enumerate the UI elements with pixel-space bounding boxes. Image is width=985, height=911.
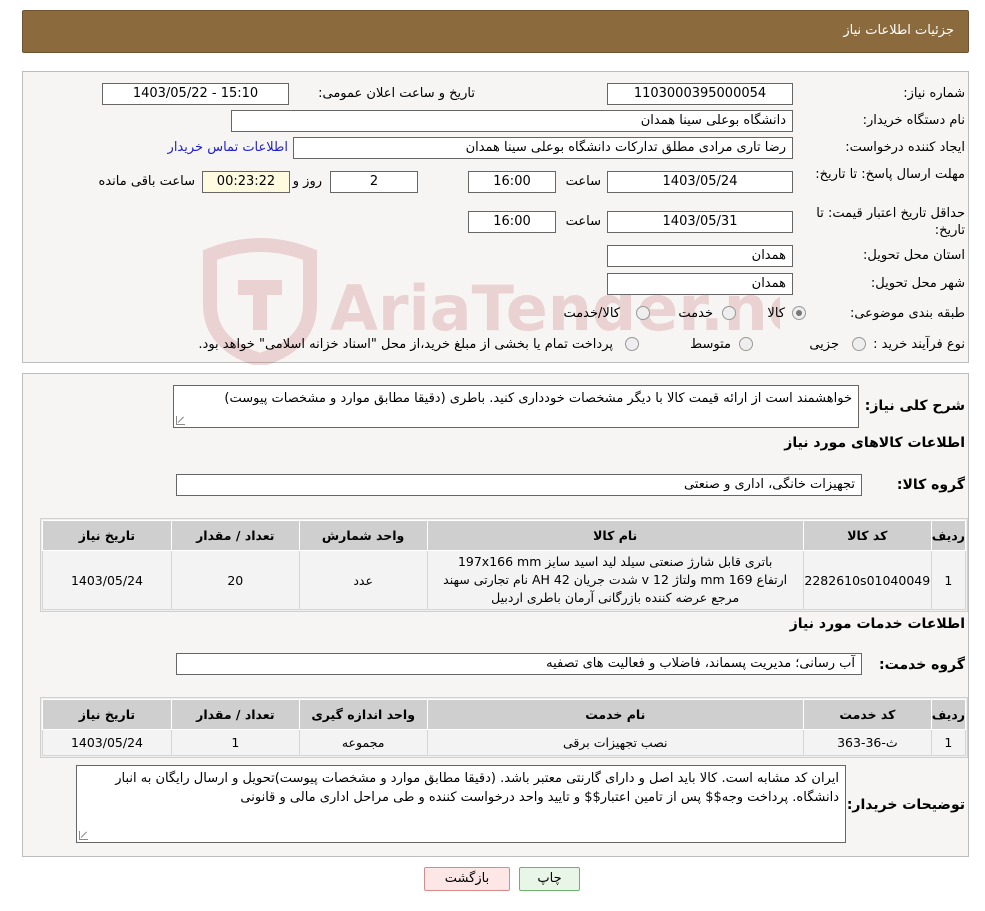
validity-time-label: ساعت xyxy=(565,214,601,229)
services-col-qty: تعداد / مقدار xyxy=(170,699,300,730)
city-field: همدان xyxy=(607,273,793,295)
resize-grip-icon[interactable] xyxy=(79,831,88,840)
days-label: روز و xyxy=(292,174,322,189)
goods-name-line-3: مرجع عرضه کننده بازرگانی آرمان باطری ارد… xyxy=(491,590,740,605)
goods-col-row: ردیف xyxy=(930,520,967,551)
table-row: 1 ث-36-363 نصب تجهیزات برقی مجموعه 1 140… xyxy=(42,729,967,756)
creator-label: ایجاد کننده درخواست: xyxy=(845,140,965,155)
process-minor-label: جزیی xyxy=(809,337,839,352)
category-goods-label: کالا xyxy=(767,306,785,321)
days-field: 2 xyxy=(330,171,418,193)
announce-field: 1403/05/22 - 15:10 xyxy=(102,83,289,105)
services-section-title: اطلاعات خدمات مورد نیاز xyxy=(789,616,965,632)
goods-cell-code: 2282610s01040049 xyxy=(802,550,932,610)
process-medium-radio[interactable] xyxy=(739,337,753,351)
goods-cell-row: 1 xyxy=(930,550,967,610)
validity-label: حداقل تاریخ اعتبار قیمت: تا تاریخ: xyxy=(816,206,965,238)
services-col-name: نام خدمت xyxy=(426,699,804,730)
buyer-notes-text: ایران کد مشابه است. کالا باید اصل و دارا… xyxy=(115,771,839,805)
creator-field: رضا تاری مرادی مطلق تدارکات دانشگاه بوعل… xyxy=(293,137,793,159)
resize-grip-icon[interactable] xyxy=(176,416,185,425)
services-cell-name: نصب تجهیزات برقی xyxy=(426,729,804,756)
services-table: ردیف کد خدمت نام خدمت واحد اندازه گیری ت… xyxy=(42,699,967,756)
validity-time-field: 16:00 xyxy=(468,211,556,233)
process-minor-radio[interactable] xyxy=(852,337,866,351)
services-col-code: کد خدمت xyxy=(802,699,932,730)
goods-col-code: کد کالا xyxy=(802,520,932,551)
services-cell-row: 1 xyxy=(930,729,967,756)
services-cell-date: 1403/05/24 xyxy=(42,729,172,756)
buyer-contact-link[interactable]: اطلاعات تماس خریدار xyxy=(168,140,288,155)
page-header: جزئیات اطلاعات نیاز xyxy=(22,10,969,53)
category-service-radio[interactable] xyxy=(722,306,736,320)
services-cell-unit: مجموعه xyxy=(298,729,428,756)
remaining-label: ساعت باقی مانده xyxy=(98,174,195,189)
services-col-date: تاریخ نیاز xyxy=(42,699,172,730)
services-table-wrapper: ردیف کد خدمت نام خدمت واحد اندازه گیری ت… xyxy=(40,697,968,758)
goods-cell-qty: 20 xyxy=(170,550,300,610)
goods-cell-date: 1403/05/24 xyxy=(42,550,172,610)
service-group-field: آب رسانی؛ مدیریت پسماند، فاضلاب و فعالیت… xyxy=(176,653,862,675)
announce-label: تاریخ و ساعت اعلان عمومی: xyxy=(318,86,475,101)
buyer-field: دانشگاه بوعلی سینا همدان xyxy=(231,110,793,132)
back-button[interactable]: بازگشت xyxy=(424,867,510,891)
process-label: نوع فرآیند خرید : xyxy=(873,337,965,352)
services-col-unit: واحد اندازه گیری xyxy=(298,699,428,730)
buyer-notes-textarea[interactable]: ایران کد مشابه است. کالا باید اصل و دارا… xyxy=(76,765,846,843)
remaining-time-field: 00:23:22 xyxy=(202,171,290,193)
province-label: استان محل تحویل: xyxy=(863,248,965,263)
goods-col-unit: واحد شمارش xyxy=(298,520,428,551)
reply-date-field: 1403/05/24 xyxy=(607,171,793,193)
services-col-row: ردیف xyxy=(930,699,967,730)
goods-table: ردیف کد کالا نام کالا واحد شمارش تعداد /… xyxy=(42,520,967,610)
goods-name-line-2: ارتفاع 169 mm ولتاژ 12 v شدت جریان 42 AH… xyxy=(443,572,788,587)
services-cell-qty: 1 xyxy=(170,729,300,756)
category-service-label: خدمت xyxy=(678,306,713,321)
goods-table-wrapper: ردیف کد کالا نام کالا واحد شمارش تعداد /… xyxy=(40,518,968,612)
table-row: 1 2282610s01040049 باتری قابل شارژ صنعتی… xyxy=(42,550,967,610)
goods-cell-name: باتری قابل شارژ صنعتی سیلد لید اسید سایز… xyxy=(426,550,804,610)
service-group-label: گروه خدمت: xyxy=(879,657,965,673)
goods-name-line-1: باتری قابل شارژ صنعتی سیلد لید اسید سایز… xyxy=(457,554,773,569)
process-treasury-checkbox[interactable] xyxy=(625,337,639,351)
services-cell-code: ث-36-363 xyxy=(802,729,932,756)
summary-textarea[interactable]: خواهشمند است از ارائه قیمت کالا با دیگر … xyxy=(173,385,859,428)
goods-col-name: نام کالا xyxy=(426,520,804,551)
need-number-field: 1103000395000054 xyxy=(607,83,793,105)
print-button[interactable]: چاپ xyxy=(519,867,580,891)
goods-group-field: تجهیزات خانگی، اداری و صنعتی xyxy=(176,474,862,496)
category-both-radio[interactable] xyxy=(636,306,650,320)
buyer-notes-label: توضیحات خریدار: xyxy=(846,797,965,813)
need-number-label: شماره نیاز: xyxy=(903,86,965,101)
summary-text: خواهشمند است از ارائه قیمت کالا با دیگر … xyxy=(224,391,852,406)
reply-deadline-label: مهلت ارسال پاسخ: تا تاریخ: xyxy=(815,167,965,182)
summary-label: شرح کلی نیاز: xyxy=(864,398,965,414)
city-label: شهر محل تحویل: xyxy=(870,276,965,291)
validity-date-field: 1403/05/31 xyxy=(607,211,793,233)
goods-group-label: گروه کالا: xyxy=(896,477,965,493)
province-field: همدان xyxy=(607,245,793,267)
goods-col-qty: تعداد / مقدار xyxy=(170,520,300,551)
category-goods-radio[interactable] xyxy=(792,306,806,320)
reply-time-label: ساعت xyxy=(565,174,601,189)
reply-time-field: 16:00 xyxy=(468,171,556,193)
process-medium-label: متوسط xyxy=(690,337,731,352)
goods-cell-unit: عدد xyxy=(298,550,428,610)
goods-col-date: تاریخ نیاز xyxy=(42,520,172,551)
buyer-label: نام دستگاه خریدار: xyxy=(862,113,965,128)
process-note: پرداخت تمام یا بخشی از مبلغ خرید،از محل … xyxy=(198,337,613,352)
category-label: طبقه بندی موضوعی: xyxy=(849,306,965,321)
goods-section-title: اطلاعات کالاهای مورد نیاز xyxy=(784,435,965,451)
category-both-label: کالا/خدمت xyxy=(563,306,620,321)
page-title: جزئیات اطلاعات نیاز xyxy=(843,23,954,38)
